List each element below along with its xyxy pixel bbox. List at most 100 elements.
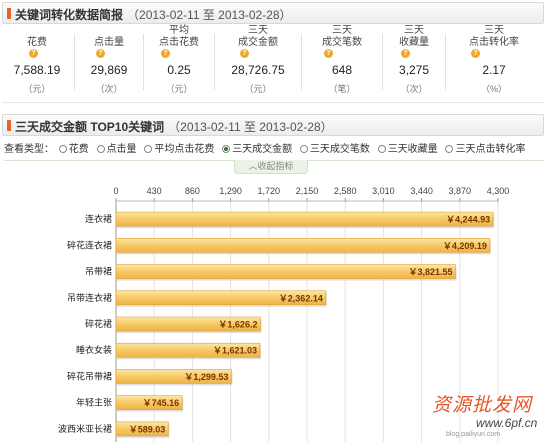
category-label: 睡衣女装	[76, 344, 112, 356]
stat-value: 3,275	[398, 63, 430, 77]
value-label: ￥4,209.19	[443, 241, 487, 251]
x-tick-label: 2,580	[334, 186, 357, 196]
stat-unit: （元）	[165, 84, 193, 94]
ranking-title: 三天成交金额 TOP10关键词 （2013-02-11 至 2013-02-28）	[15, 118, 333, 135]
x-tick-label: 2,150	[296, 186, 319, 196]
help-icon[interactable]: ?	[29, 49, 38, 58]
category-label: 碎花连衣裙	[67, 239, 112, 251]
category-label: 波西米亚长裙	[58, 423, 112, 435]
header-marker	[7, 8, 11, 19]
watermark: 资源批发网 www.6pf.cn blog.pailiyun.com	[426, 384, 546, 444]
x-tick-label: 0	[113, 186, 118, 196]
filter-option-3day-favorites[interactable]: 三天收藏量	[377, 140, 438, 155]
bar[interactable]	[115, 211, 494, 227]
stat-label: 三天 收藏量?	[399, 25, 429, 58]
stat-unit: （元）	[23, 84, 51, 94]
bar[interactable]	[115, 238, 491, 253]
stat-label: 三天 成交笔数?	[322, 25, 362, 58]
ranking-title-text: 三天成交金额 TOP10关键词	[15, 120, 165, 134]
chevron-up-icon: ︿	[248, 161, 258, 171]
filter-option-3day-gmv[interactable]: 三天成交金额	[222, 140, 292, 155]
stat-value: 7,588.19	[13, 63, 61, 77]
watermark-small: blog.pailiyun.com	[446, 431, 501, 438]
help-icon[interactable]: ?	[471, 49, 480, 58]
summary-title-text: 关键词转化数据简报	[15, 8, 124, 22]
summary-stats: 花费? 7,588.19 （元） 点击量? 29,869 （次） 平均 点击花费?…	[0, 25, 548, 98]
filter-option-cost[interactable]: 花费	[58, 140, 89, 155]
x-tick-label: 3,870	[449, 186, 472, 196]
watermark-url: www.6pf.cn	[476, 416, 538, 430]
category-label: 连衣裙	[85, 213, 112, 225]
filter-option-3day-orders[interactable]: 三天成交笔数	[299, 140, 370, 155]
radio-button[interactable]	[58, 145, 67, 153]
stat-label: 平均 点击花费?	[159, 25, 199, 58]
x-tick-label: 4,300	[487, 186, 510, 196]
x-tick-label: 860	[185, 186, 200, 196]
stat-value: 648	[331, 63, 353, 77]
collapse-label: 收起指标	[257, 161, 294, 171]
x-tick-label: 430	[147, 186, 162, 196]
stat-label: 三天 成交金额?	[238, 25, 278, 58]
header-marker	[7, 120, 11, 131]
value-label: ￥3,821.55	[408, 267, 452, 277]
value-label: ￥589.03	[129, 424, 166, 434]
help-icon[interactable]: ?	[324, 49, 333, 58]
category-label: 碎花裙	[85, 318, 112, 330]
x-tick-label: 1,720	[258, 186, 281, 196]
help-icon[interactable]: ?	[96, 49, 105, 58]
filter-label: 查看类型：	[4, 144, 54, 155]
filter-option-clicks[interactable]: 点击量	[96, 140, 137, 155]
summary-header: 关键词转化数据简报 （2013-02-11 至 2013-02-28）	[2, 2, 544, 24]
stat-avg-click-cost: 平均 点击花费? 0.25 （元）	[144, 25, 214, 96]
stat-unit: （笔）	[328, 84, 356, 94]
stat-label: 点击量?	[94, 37, 124, 58]
stat-value: 0.25	[167, 63, 191, 77]
radio-button[interactable]	[144, 145, 153, 153]
radio-button[interactable]	[96, 145, 105, 153]
radio-button[interactable]	[299, 145, 308, 153]
value-label: ￥1,621.03	[213, 346, 257, 356]
stat-unit: （元）	[244, 84, 272, 94]
help-icon[interactable]: ?	[161, 49, 170, 58]
stat-clicks: 点击量? 29,869 （次）	[75, 30, 143, 96]
stat-3day-orders: 三天 成交笔数? 648 （笔）	[302, 25, 382, 96]
watermark-main: 资源批发网	[432, 394, 533, 416]
radio-button-selected[interactable]	[222, 145, 231, 153]
help-icon[interactable]: ?	[240, 49, 249, 58]
x-tick-label: 3,010	[372, 186, 395, 196]
x-tick-label: 1,290	[219, 186, 242, 196]
stat-value: 29,869	[90, 63, 128, 77]
summary-divider	[2, 102, 544, 103]
ranking-header: 三天成交金额 TOP10关键词 （2013-02-11 至 2013-02-28）	[2, 114, 544, 136]
stat-value: 28,726.75	[231, 63, 285, 77]
category-label: 碎花吊带裙	[67, 370, 112, 382]
stat-unit: （%）	[480, 84, 507, 94]
stat-label: 花费?	[27, 37, 47, 58]
collapse-metrics-button[interactable]: ︿收起指标	[234, 160, 308, 174]
filter-option-avg-click-cost[interactable]: 平均点击花费	[144, 140, 214, 155]
category-label: 吊带裙	[85, 266, 112, 278]
radio-button[interactable]	[445, 145, 454, 153]
summary-date-range: （2013-02-11 至 2013-02-28）	[127, 8, 292, 22]
ranking-date-range: （2013-02-11 至 2013-02-28）	[168, 120, 333, 134]
value-label: ￥1,299.53	[184, 372, 228, 382]
category-label: 年轻主张	[76, 397, 112, 409]
stat-label: 三天 点击转化率?	[469, 25, 519, 58]
category-label: 吊带连衣裙	[67, 292, 112, 304]
stat-3day-gmv: 三天 成交金额? 28,726.75 （元）	[215, 25, 301, 96]
stat-value: 2.17	[482, 63, 506, 77]
stat-cost: 花费? 7,588.19 （元）	[0, 30, 74, 96]
bar[interactable]	[115, 264, 456, 279]
radio-button[interactable]	[377, 145, 386, 153]
filter-option-3day-conversion[interactable]: 三天点击转化率	[445, 140, 525, 155]
help-icon[interactable]: ?	[401, 49, 410, 58]
summary-title: 关键词转化数据简报 （2013-02-11 至 2013-02-28）	[15, 6, 292, 23]
x-tick-label: 3,440	[410, 186, 433, 196]
stat-unit: （次）	[400, 84, 428, 94]
value-label: ￥1,626.2	[218, 320, 257, 330]
stat-unit: （次）	[95, 84, 123, 94]
stat-3day-favorites: 三天 收藏量? 3,275 （次）	[383, 25, 445, 96]
view-type-filter: 查看类型： 花费 点击量 平均点击花费 三天成交金额 三天成交笔数 三天收藏量 …	[4, 140, 530, 155]
collapse-bar: ︿收起指标	[4, 160, 544, 174]
value-label: ￥4,244.93	[446, 215, 490, 225]
